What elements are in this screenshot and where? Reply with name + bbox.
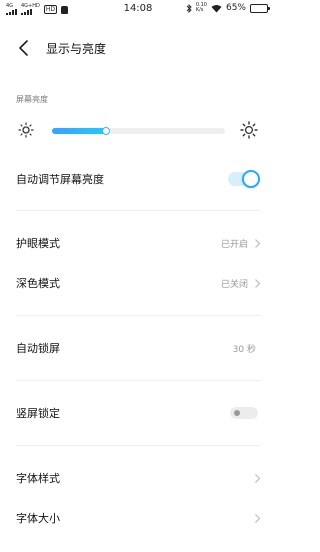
page-title: 显示与亮度 bbox=[46, 42, 107, 56]
chevron-right-icon bbox=[255, 514, 261, 523]
back-arrow-icon[interactable] bbox=[16, 39, 32, 57]
brightness-high-icon bbox=[240, 121, 258, 139]
wifi-icon bbox=[211, 4, 222, 12]
toggle-thumb bbox=[234, 410, 240, 416]
status-right-group: 0.10 K/s 65% bbox=[186, 3, 270, 13]
eye-protection-value: 已开启 bbox=[220, 240, 248, 250]
dark-mode-value: 已关闭 bbox=[220, 280, 248, 290]
eye-protection-row[interactable]: 护眼模式 已开启 bbox=[0, 226, 276, 260]
brightness-slider[interactable] bbox=[52, 127, 225, 135]
chevron-right-icon bbox=[255, 279, 261, 288]
brightness-slider-row bbox=[0, 120, 276, 142]
portrait-lock-label: 竖屏锁定 bbox=[16, 407, 60, 420]
auto-lock-value: 30 秒 bbox=[232, 345, 256, 355]
font-size-row[interactable]: 字体大小 bbox=[0, 501, 276, 535]
net-speed-unit: K/s bbox=[195, 7, 204, 13]
portrait-lock-row[interactable]: 竖屏锁定 bbox=[0, 396, 276, 430]
divider bbox=[16, 210, 260, 211]
toggle-thumb bbox=[242, 170, 260, 188]
brightness-slider-handle[interactable] bbox=[101, 127, 110, 135]
font-size-label: 字体大小 bbox=[16, 512, 60, 525]
chevron-right-icon bbox=[255, 239, 261, 248]
status-bar: 4G 4G+HD HD 14:08 0.10 K/s 65% bbox=[0, 0, 276, 22]
dark-mode-row[interactable]: 深色模式 已关闭 bbox=[0, 266, 276, 300]
brightness-low-icon bbox=[18, 122, 34, 138]
divider bbox=[16, 445, 260, 446]
font-style-row[interactable]: 字体样式 bbox=[0, 461, 276, 495]
auto-brightness-label: 自动调节屏幕亮度 bbox=[16, 173, 104, 186]
divider bbox=[16, 380, 260, 381]
auto-lock-row[interactable]: 自动锁屏 30 秒 bbox=[0, 331, 276, 365]
divider bbox=[16, 315, 260, 316]
page-header: 显示与亮度 bbox=[0, 36, 276, 60]
net-speed: 0.10 K/s bbox=[196, 3, 207, 13]
auto-lock-label: 自动锁屏 bbox=[16, 342, 60, 355]
brightness-slider-fill bbox=[52, 128, 106, 134]
dark-mode-label: 深色模式 bbox=[16, 277, 60, 290]
font-style-label: 字体样式 bbox=[16, 472, 60, 485]
bluetooth-icon bbox=[186, 3, 192, 13]
battery-icon bbox=[250, 3, 270, 13]
brightness-section-label: 屏幕亮度 bbox=[16, 95, 48, 104]
auto-brightness-toggle[interactable] bbox=[228, 170, 260, 188]
portrait-lock-toggle[interactable] bbox=[230, 407, 258, 419]
battery-percent: 65% bbox=[225, 3, 246, 13]
chevron-right-icon bbox=[255, 474, 261, 483]
eye-protection-label: 护眼模式 bbox=[16, 237, 60, 250]
auto-brightness-row[interactable]: 自动调节屏幕亮度 bbox=[0, 162, 276, 196]
